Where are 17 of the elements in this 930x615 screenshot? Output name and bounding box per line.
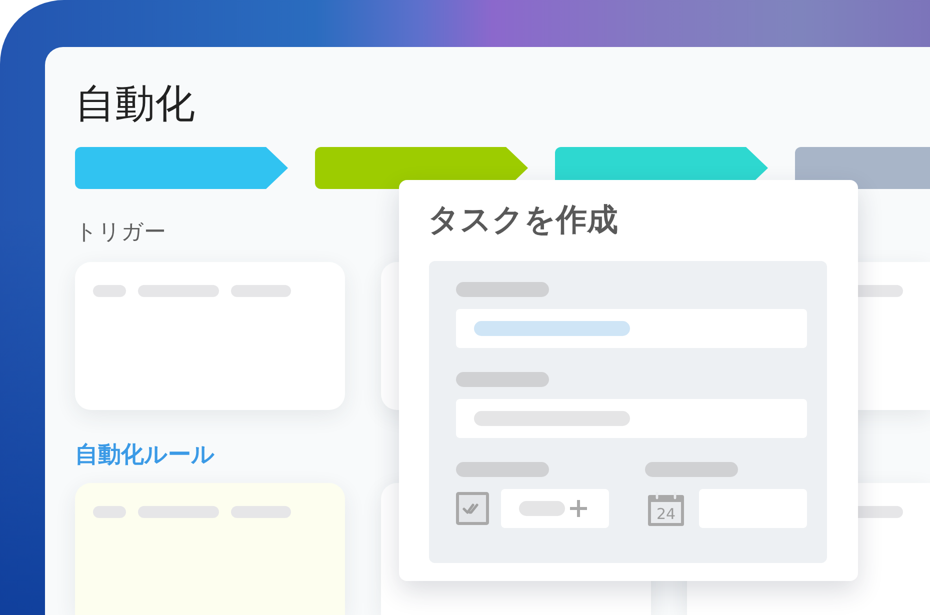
input-field[interactable] [456,399,807,438]
section-heading: 自動化ルール [75,441,215,470]
text-placeholder-bar [231,285,291,297]
text-placeholder-bar [93,285,126,297]
text-placeholder-bar [231,506,291,518]
input-field[interactable] [456,309,807,348]
section-heading: トリガー [75,219,166,247]
trigger-card[interactable] [75,262,345,410]
dialog-title: タスクを作成 [428,201,618,240]
text-placeholder-bar [93,506,126,518]
value-placeholder-bar [519,501,565,516]
page-title: 自動化 [75,80,195,128]
plus-icon[interactable] [570,500,587,517]
double-tick-box-icon[interactable] [456,492,489,525]
rule-card[interactable] [75,483,345,615]
calendar-day-number: 24 [656,504,676,522]
tag-field[interactable] [501,489,609,528]
